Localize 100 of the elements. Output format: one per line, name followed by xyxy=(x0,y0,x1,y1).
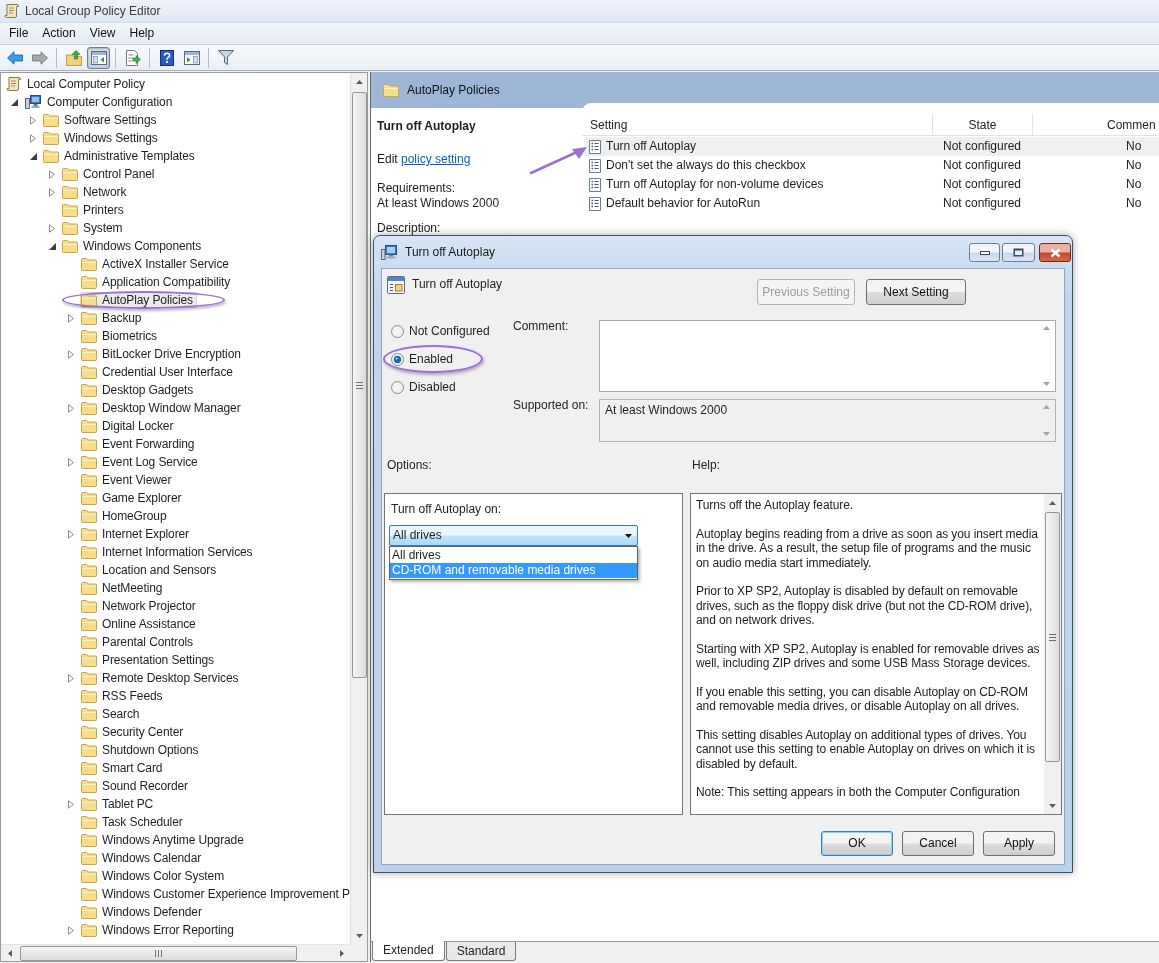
view-tab[interactable]: Extended xyxy=(372,941,445,961)
tree-item[interactable]: Network xyxy=(61,184,131,200)
tree-item[interactable]: ActiveX Installer Service xyxy=(80,256,233,272)
tree-item[interactable]: RSS Feeds xyxy=(80,688,167,704)
expand-arrow-icon[interactable] xyxy=(68,799,74,809)
radio-button[interactable] xyxy=(391,380,404,394)
tree-item[interactable]: HomeGroup xyxy=(80,508,171,524)
scroll-thumb[interactable] xyxy=(1045,512,1060,762)
tree-item[interactable]: Windows Defender xyxy=(80,904,206,920)
dropdown-option[interactable]: All drives xyxy=(390,548,637,563)
scroll-left-arrow-icon[interactable] xyxy=(7,949,12,957)
tree-item[interactable]: Internet Information Services xyxy=(80,544,257,560)
tree-item[interactable]: Task Scheduler xyxy=(80,814,187,830)
tree-item[interactable]: Event Viewer xyxy=(80,472,176,488)
tree-item[interactable]: Location and Sensors xyxy=(80,562,221,578)
expand-arrow-icon[interactable] xyxy=(68,313,74,323)
expand-arrow-icon[interactable] xyxy=(30,115,36,125)
tree-item[interactable]: AutoPlay Policies xyxy=(80,292,197,308)
ok-button[interactable]: OK xyxy=(821,831,893,856)
scroll-up-arrow-icon[interactable] xyxy=(1043,326,1050,330)
vertical-scrollbar[interactable] xyxy=(350,73,367,944)
expand-arrow-icon[interactable] xyxy=(68,529,74,539)
table-row[interactable]: Default behavior for AutoRun Not configured No xyxy=(584,194,1159,213)
tree-item[interactable]: Digital Locker xyxy=(80,418,178,434)
tree-item[interactable]: Administrative Templates xyxy=(42,148,199,164)
column-header[interactable]: Setting xyxy=(582,114,933,136)
scroll-down-arrow-icon[interactable] xyxy=(1043,382,1050,386)
expand-arrow-icon[interactable] xyxy=(49,223,55,233)
tree-item[interactable]: Internet Explorer xyxy=(80,526,193,542)
scroll-up-arrow-icon[interactable] xyxy=(1049,500,1056,505)
tree-item[interactable]: System xyxy=(61,220,127,236)
radio-button[interactable] xyxy=(391,324,404,338)
tree-item[interactable]: NetMeeting xyxy=(80,580,167,596)
tree-item[interactable]: Windows Components xyxy=(61,238,206,254)
tree-item[interactable]: Windows Error Reporting xyxy=(80,922,238,938)
tree-item[interactable]: Event Forwarding xyxy=(80,436,199,452)
expand-arrow-icon[interactable] xyxy=(49,169,55,179)
expand-arrow-icon[interactable] xyxy=(30,133,36,143)
radio-option[interactable]: Enabled xyxy=(391,351,454,367)
table-row[interactable]: Turn off Autoplay for non-volume devices Not configured No xyxy=(584,175,1159,194)
collapse-arrow-icon[interactable] xyxy=(10,98,18,106)
column-header[interactable]: State xyxy=(933,114,1033,136)
minimize-button[interactable] xyxy=(969,243,1000,262)
expand-arrow-icon[interactable] xyxy=(68,349,74,359)
table-row[interactable]: Turn off Autoplay Not configured No xyxy=(584,137,1159,156)
tree-item[interactable]: Network Projector xyxy=(80,598,200,614)
menu-item[interactable]: View xyxy=(82,24,123,43)
tree-item[interactable]: Local Computer Policy xyxy=(5,76,149,92)
tree-item[interactable]: Windows Customer Experience Improvement P xyxy=(80,886,350,902)
collapse-arrow-icon[interactable] xyxy=(29,152,37,160)
drives-dropdown[interactable]: All drives xyxy=(389,525,638,546)
tree-item[interactable]: Remote Desktop Services xyxy=(80,670,243,686)
tree-item[interactable]: Event Log Service xyxy=(80,454,202,470)
scroll-right-arrow-icon[interactable] xyxy=(339,949,344,957)
tree-item[interactable]: Tablet PC xyxy=(80,796,158,812)
view-tab[interactable]: Standard xyxy=(445,942,517,961)
expand-arrow-icon[interactable] xyxy=(68,403,74,413)
tree-item[interactable]: Parental Controls xyxy=(80,634,197,650)
column-header[interactable]: Commen xyxy=(1033,114,1159,136)
cancel-button[interactable]: Cancel xyxy=(902,831,974,856)
tree-item[interactable]: Software Settings xyxy=(42,112,161,128)
tree-item[interactable]: Windows Calendar xyxy=(80,850,206,866)
expand-arrow-icon[interactable] xyxy=(68,457,74,467)
scroll-thumb[interactable] xyxy=(20,945,297,961)
tree-item[interactable]: Smart Card xyxy=(80,760,167,776)
tree-item[interactable]: Online Assistance xyxy=(80,616,200,632)
tree-item[interactable]: Printers xyxy=(61,202,128,218)
apply-button[interactable]: Apply xyxy=(983,831,1055,856)
vertical-scrollbar[interactable] xyxy=(1044,494,1061,814)
horizontal-scrollbar[interactable] xyxy=(1,944,350,961)
tree-item[interactable]: Computer Configuration xyxy=(23,94,177,110)
tree-item[interactable]: Security Center xyxy=(80,724,188,740)
radio-button[interactable] xyxy=(391,352,404,366)
show-tree-button[interactable] xyxy=(87,46,110,69)
tree-item[interactable]: Control Panel xyxy=(61,166,159,182)
scroll-down-arrow-icon[interactable] xyxy=(1049,803,1056,808)
menu-item[interactable]: File xyxy=(2,24,36,43)
tree-item[interactable]: Search xyxy=(80,706,144,722)
expand-arrow-icon[interactable] xyxy=(68,673,74,683)
tree-item[interactable]: Desktop Window Manager xyxy=(80,400,245,416)
tree-item[interactable]: Credential User Interface xyxy=(80,364,237,380)
scroll-thumb[interactable] xyxy=(351,92,367,678)
tree-item[interactable]: Windows Color System xyxy=(80,868,229,884)
radio-option[interactable]: Not Configured xyxy=(391,323,490,339)
policy-setting-link[interactable]: policy setting xyxy=(401,152,471,166)
close-button[interactable] xyxy=(1039,243,1071,262)
radio-option[interactable]: Disabled xyxy=(391,379,456,395)
tree-item[interactable]: Game Explorer xyxy=(80,490,186,506)
expand-arrow-icon[interactable] xyxy=(68,925,74,935)
tree-item[interactable]: Desktop Gadgets xyxy=(80,382,198,398)
scroll-up-arrow-icon[interactable] xyxy=(355,79,363,84)
tree-item[interactable]: Shutdown Options xyxy=(80,742,203,758)
table-row[interactable]: Don't set the always do this checkbox Not configured No xyxy=(584,156,1159,175)
tree-item[interactable]: Backup xyxy=(80,310,146,326)
expand-arrow-icon[interactable] xyxy=(49,187,55,197)
menu-item[interactable]: Help xyxy=(122,24,162,43)
tree-item[interactable]: Application Compatibility xyxy=(80,274,235,290)
tree-item[interactable]: Sound Recorder xyxy=(80,778,192,794)
tree-item[interactable]: Presentation Settings xyxy=(80,652,218,668)
comment-field[interactable] xyxy=(599,320,1056,392)
